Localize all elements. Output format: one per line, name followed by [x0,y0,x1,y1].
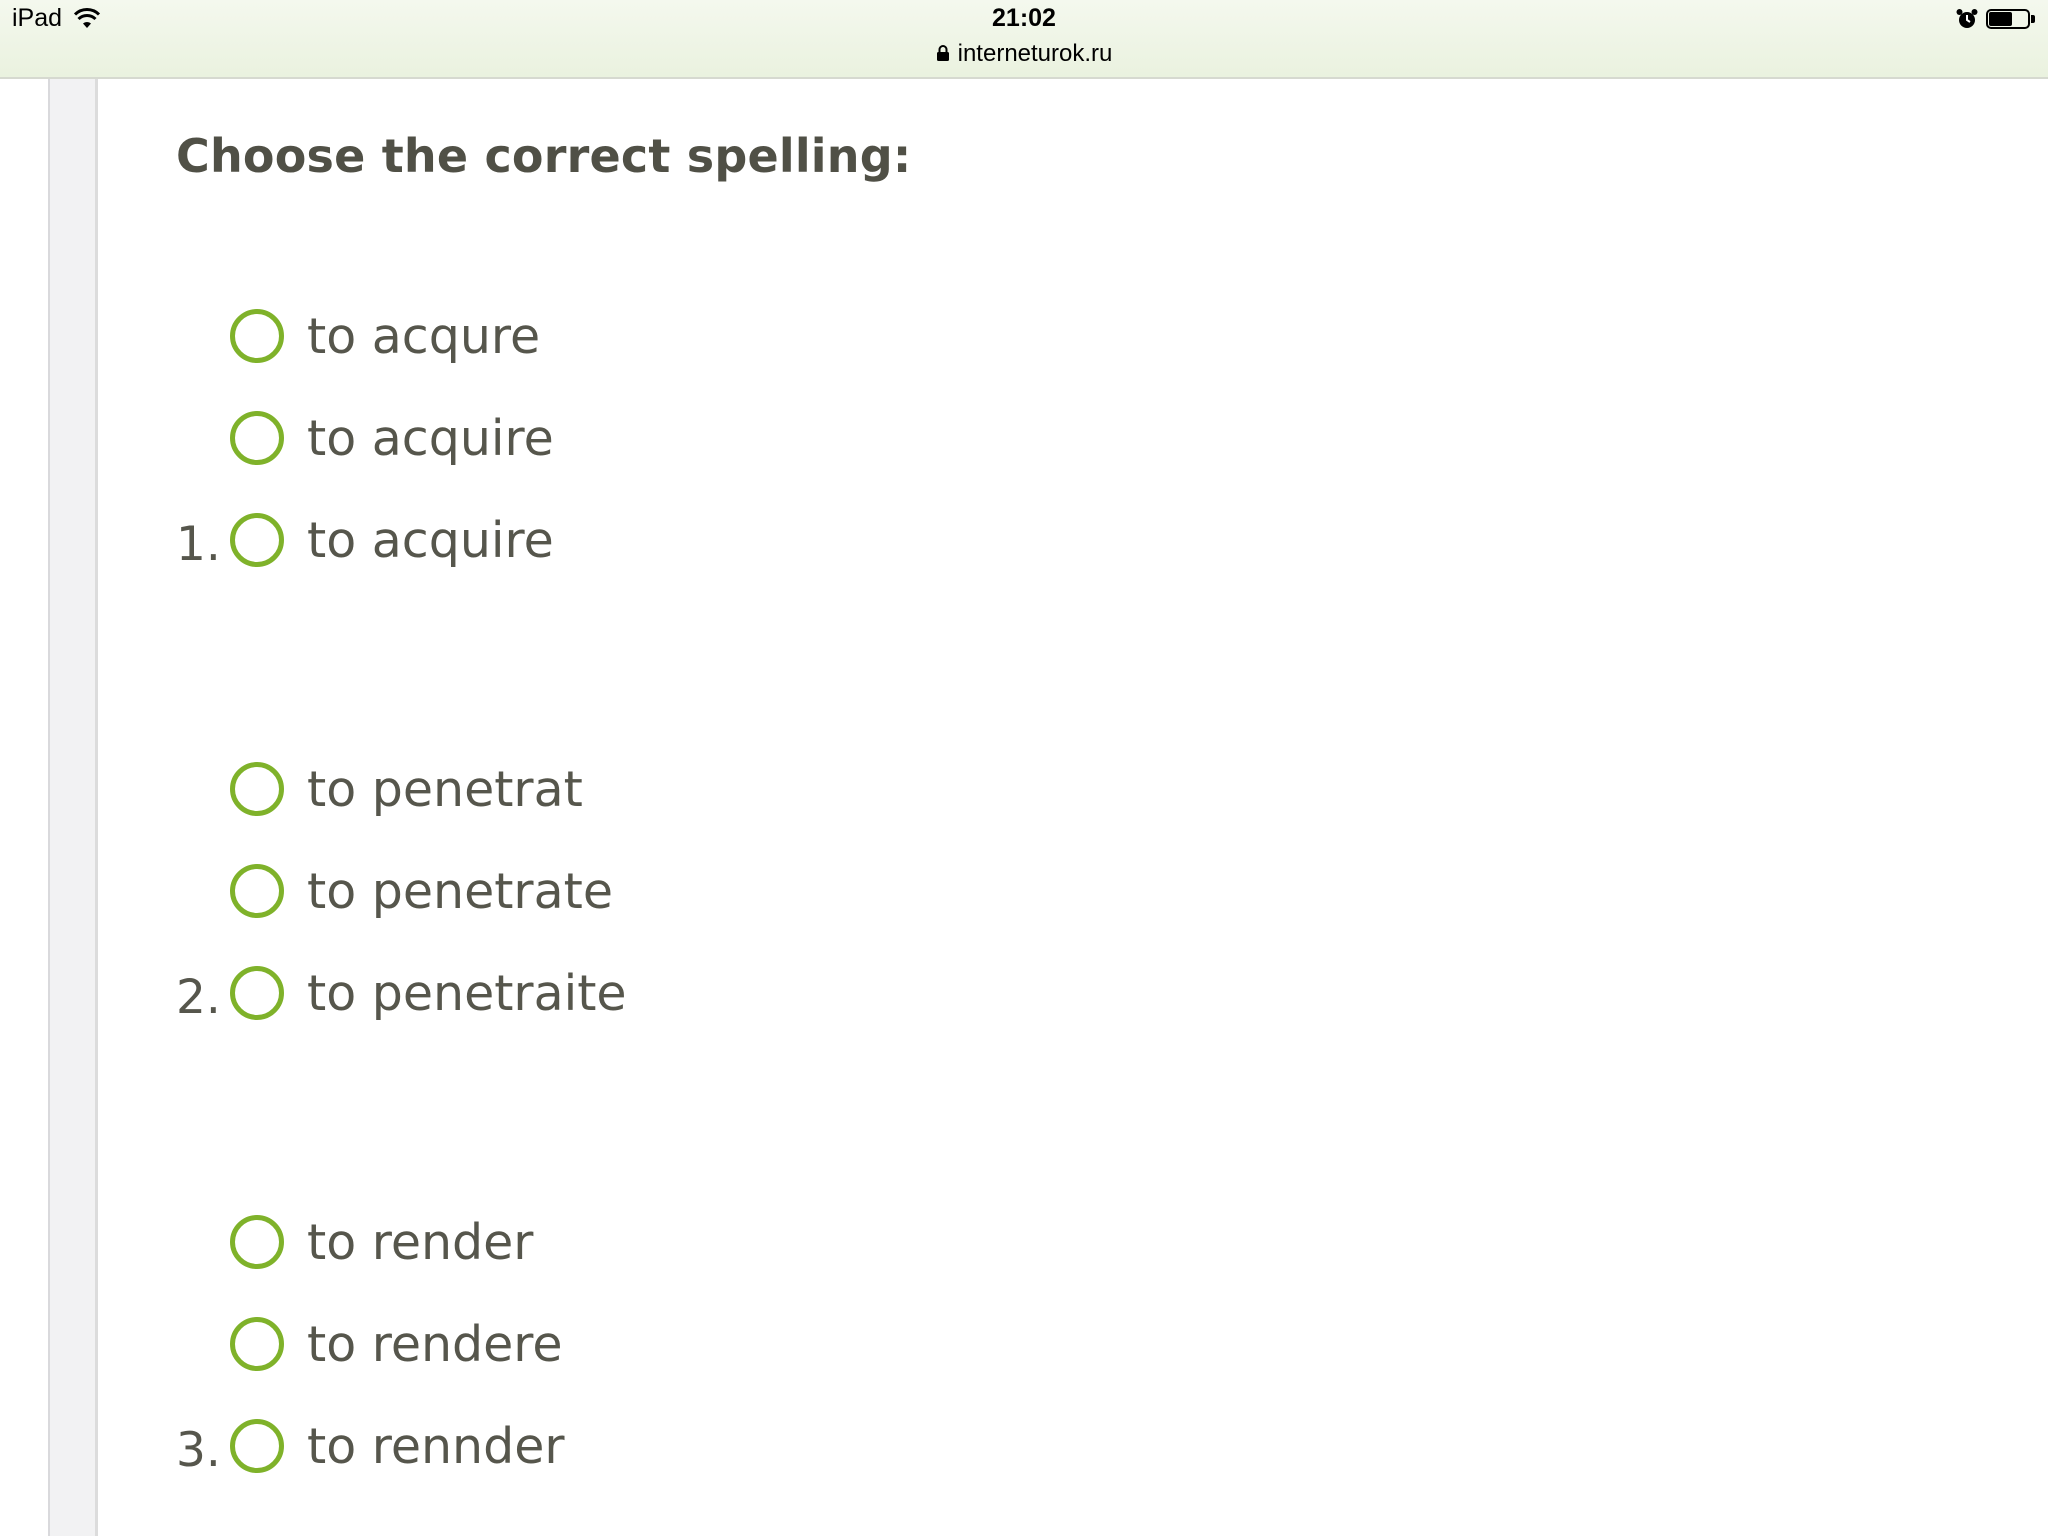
question-number: 3. [176,1423,221,1478]
option-row[interactable]: 2. to penetraite [176,963,976,1033]
option-label[interactable]: to penetraite [307,968,627,1020]
browser-top-bar: iPad 21:02 interneturok.ru [0,0,2048,79]
radio-button[interactable] [230,309,284,363]
battery-nub [2031,15,2035,23]
option-label[interactable]: to penetrate [307,866,613,918]
option-label[interactable]: to rendere [307,1319,563,1371]
address-bar[interactable]: interneturok.ru [0,40,2048,68]
battery-icon [1986,9,2038,31]
radio-button[interactable] [230,864,284,918]
clock-time: 21:02 [992,4,1056,32]
option-row[interactable]: to render [176,1212,976,1282]
url-text: interneturok.ru [957,40,1113,67]
radio-button[interactable] [230,966,284,1020]
option-label[interactable]: to acquire [307,413,554,465]
option-label[interactable]: to rennder [307,1421,565,1473]
radio-button[interactable] [230,1419,284,1473]
left-gutter [0,79,48,1536]
option-label[interactable]: to penetrat [307,764,583,816]
radio-button[interactable] [230,762,284,816]
radio-button[interactable] [230,411,284,465]
radio-button[interactable] [230,1215,284,1269]
option-label[interactable]: to acqure [307,311,540,363]
question-number: 2. [176,970,221,1025]
page-title: Choose the correct spelling: [176,129,912,183]
option-row[interactable]: to rendere [176,1314,976,1384]
option-label[interactable]: to render [307,1217,533,1269]
lock-icon [936,45,949,61]
alarm-icon [1956,9,1978,28]
option-row[interactable]: to acqure [176,306,976,376]
option-row[interactable]: 1. to acquire [176,510,976,580]
option-row[interactable]: 3. to rennder [176,1416,976,1486]
option-row[interactable]: to acquire [176,408,976,478]
radio-button[interactable] [230,1317,284,1371]
quiz-content: Choose the correct spelling: to acqure t… [100,79,2048,1536]
option-label[interactable]: to acquire [307,515,554,567]
question-number: 1. [176,517,221,572]
radio-button[interactable] [230,513,284,567]
option-row[interactable]: to penetrat [176,759,976,829]
battery-fill [1989,12,2012,26]
option-row[interactable]: to penetrate [176,861,976,931]
left-rail [48,79,98,1536]
